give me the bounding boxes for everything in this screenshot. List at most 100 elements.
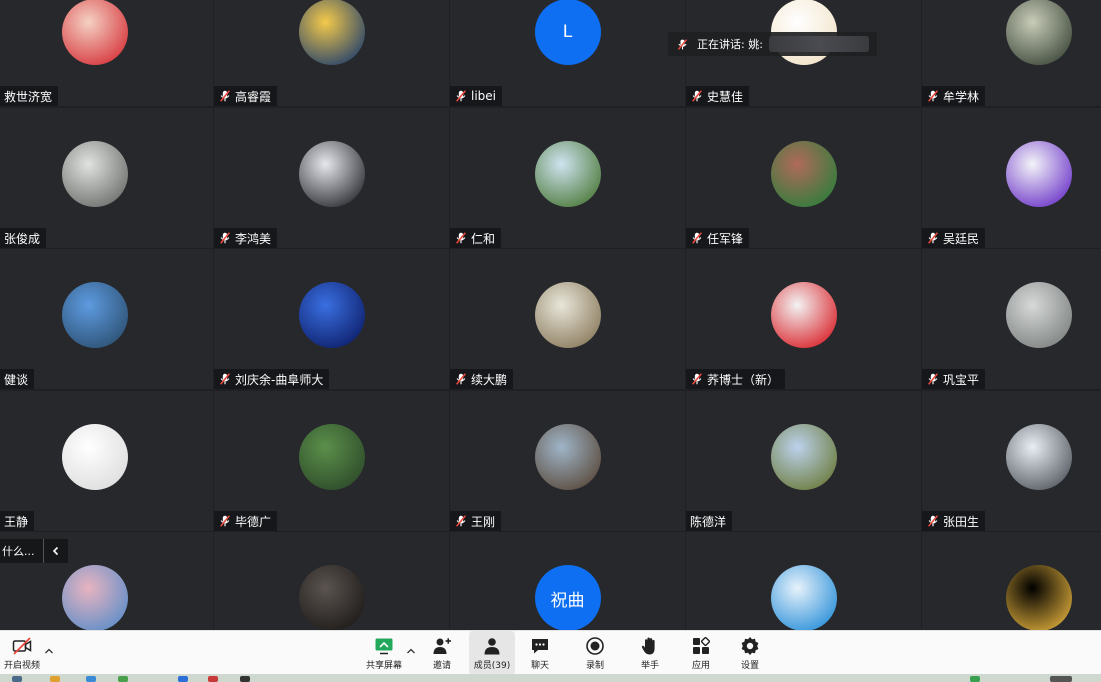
members-icon (484, 637, 500, 654)
mic-muted-icon (677, 38, 688, 50)
collapse-button[interactable] (42, 539, 68, 563)
avatar (1006, 424, 1072, 490)
participant-name-tag: 巩宝平 (922, 369, 986, 389)
chat-label: 聊天 (530, 660, 549, 671)
raise-hand-button[interactable]: 举手 (629, 631, 671, 675)
participant-tile[interactable]: 牟学林 (922, 0, 1101, 106)
avatar (770, 565, 837, 630)
participant-tile[interactable]: 祝曲 (450, 532, 685, 630)
chat-preview[interactable]: 什么... (0, 539, 68, 563)
members-label: 成员(39) (473, 660, 511, 671)
invite-label: 邀请 (432, 660, 451, 671)
avatar (62, 141, 128, 207)
share-screen-icon (375, 638, 393, 654)
participant-name-tag: 牟学林 (922, 86, 986, 106)
participant-tile[interactable]: 刘庆余-曲阜师大 (214, 249, 449, 389)
mic-muted-icon (220, 232, 230, 244)
participant-tile[interactable]: 张俊成 (0, 108, 213, 248)
settings-button[interactable]: 设置 (729, 631, 771, 675)
taskbar-icon[interactable] (240, 676, 250, 682)
gear-icon (741, 636, 759, 655)
taskbar-icon[interactable] (178, 676, 188, 682)
participant-name: 陈德洋 (690, 514, 727, 529)
chevron-left-icon (52, 546, 58, 556)
record-label: 录制 (585, 660, 604, 671)
participant-name: 刘庆余-曲阜师大 (235, 372, 324, 387)
taskbar-icon[interactable] (208, 676, 218, 682)
participant-name: 毕德广 (235, 514, 272, 529)
participant-name-tag: 毕德广 (214, 511, 278, 531)
video-toggle-button[interactable]: 开启视频 (0, 631, 44, 675)
mic-muted-icon (220, 515, 230, 527)
participant-name: 史慧佳 (707, 89, 744, 104)
chevron-up-icon[interactable] (43, 645, 55, 657)
participant-name-tag: 救世济宽 (0, 86, 59, 106)
taskbar-icon[interactable] (118, 676, 128, 682)
participant-name-tag: 王静 (0, 511, 35, 531)
participant-tile[interactable]: 吴廷民 (922, 108, 1101, 248)
tray-icon[interactable] (970, 676, 980, 682)
participant-name: 吴廷民 (943, 231, 980, 246)
avatar (1006, 565, 1072, 630)
members-button[interactable]: 成员(39) (469, 631, 515, 675)
participant-tile[interactable]: 毕德广 (214, 391, 449, 531)
share-screen-label: 共享屏幕 (365, 660, 402, 671)
avatar (62, 0, 128, 65)
mic-muted-icon (456, 232, 466, 244)
chat-button[interactable]: 聊天 (519, 631, 561, 675)
participant-tile[interactable]: 王静 (0, 391, 213, 531)
speaking-label: 正在讲话: 姚: (697, 38, 763, 51)
taskbar-icon[interactable] (50, 676, 60, 682)
participant-tile[interactable]: 任军锋 (686, 108, 921, 248)
participant-tile[interactable]: 救世济宽 (0, 0, 213, 106)
participant-name-tag: 高睿霞 (214, 86, 278, 106)
participant-name-tag: 史慧佳 (686, 86, 750, 106)
participant-tile[interactable]: 王刚 (450, 391, 685, 531)
participant-tile[interactable] (922, 532, 1101, 630)
participant-name: 巩宝平 (943, 372, 980, 387)
participant-tile[interactable]: 李鸿美 (214, 108, 449, 248)
avatar (770, 141, 837, 207)
participant-name: 高睿霞 (235, 89, 272, 104)
taskbar-icon[interactable] (86, 676, 96, 682)
avatar (298, 0, 365, 65)
participant-tile[interactable]: Llibei (450, 0, 685, 106)
participant-tile[interactable]: 高睿霞 (214, 0, 449, 106)
share-screen-button[interactable]: 共享屏幕 (363, 631, 405, 675)
mic-muted-icon (456, 515, 466, 527)
mic-muted-icon (928, 90, 938, 102)
participant-name: 续大鹏 (471, 372, 508, 387)
chevron-up-icon[interactable] (405, 645, 417, 657)
video-grid: 救世济宽 高睿霞 Llibei 史慧佳 牟学林张俊成 李鸿美 仁和 任军锋 吴廷民健谈 刘庆余-曲… (0, 0, 1101, 630)
avatar (298, 141, 365, 207)
record-button[interactable]: 录制 (574, 631, 616, 675)
participant-name-tag: 仁和 (450, 228, 502, 248)
participant-name-tag: 张俊成 (0, 228, 47, 248)
taskbar-icon[interactable] (12, 676, 22, 682)
mic-muted-icon (692, 373, 702, 385)
avatar (1006, 282, 1072, 348)
participant-name-tag: 张田生 (922, 511, 986, 531)
record-icon (586, 636, 604, 655)
participant-tile[interactable]: 续大鹏 (450, 249, 685, 389)
participant-tile[interactable]: 陈德洋 (686, 391, 921, 531)
letter-avatar: L (534, 0, 601, 65)
avatar (1006, 141, 1072, 207)
avatar (1006, 0, 1072, 65)
participant-tile[interactable] (214, 532, 449, 630)
mic-muted-icon (692, 232, 702, 244)
mic-muted-icon (220, 373, 230, 385)
invite-button[interactable]: 邀请 (421, 631, 463, 675)
mic-muted-icon (456, 373, 466, 385)
participant-tile[interactable]: 张田生 (922, 391, 1101, 531)
apps-button[interactable]: 应用 (680, 631, 722, 675)
tray-icon[interactable] (1050, 676, 1072, 682)
participant-tile[interactable]: 巩宝平 (922, 249, 1101, 389)
participant-name: 仁和 (471, 231, 496, 246)
participant-tile[interactable]: 健谈 (0, 249, 213, 389)
participant-tile[interactable]: 荞博士（新） (686, 249, 921, 389)
mic-muted-icon (220, 90, 230, 102)
participant-tile[interactable] (686, 532, 921, 630)
video-off-icon (12, 636, 32, 655)
participant-tile[interactable]: 仁和 (450, 108, 685, 248)
